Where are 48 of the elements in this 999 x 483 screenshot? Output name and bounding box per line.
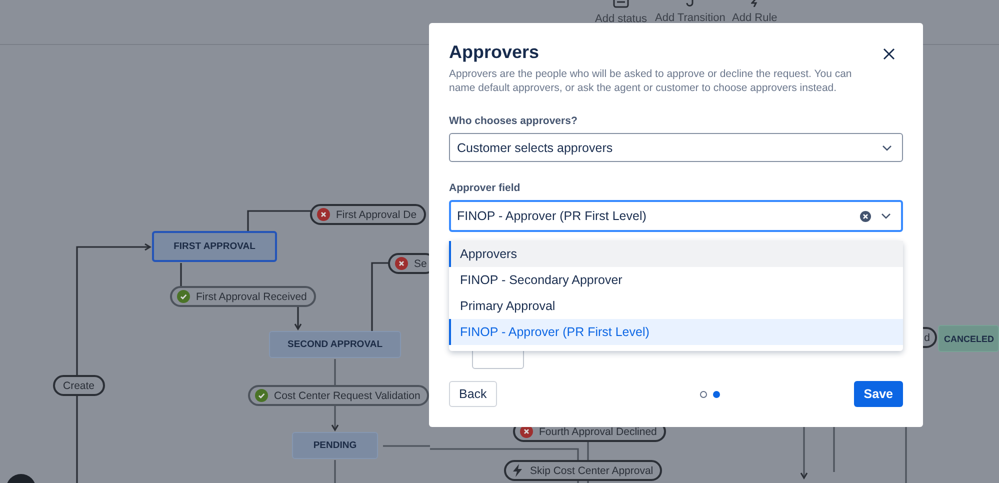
status-node[interactable]: FIRST APPROVAL	[152, 231, 277, 262]
toolbar-button[interactable]: Add Transition	[655, 0, 726, 24]
transition-label[interactable]: Create	[53, 375, 105, 396]
hook-icon	[686, 0, 694, 7]
save-button[interactable]: Save	[854, 381, 903, 407]
field-label: Approver field	[449, 182, 522, 196]
cross-circle-icon	[317, 208, 330, 221]
dropdown-option[interactable]: FINOP - Approver (PR First Level)	[449, 319, 903, 346]
transition-label[interactable]: First Approval Received	[170, 286, 316, 307]
step-dot[interactable]	[713, 390, 720, 398]
connector-line	[833, 427, 835, 472]
chevron-down-icon	[881, 213, 891, 220]
dropdown-option[interactable]: Primary Approval	[449, 293, 903, 320]
bolt-icon	[511, 464, 524, 477]
field-label: Who chooses approvers?	[449, 115, 578, 128]
dropdown-option[interactable]: Approvers	[449, 241, 903, 268]
dialog-title: Approvers	[449, 41, 540, 64]
dialog-description: Approvers are the people who will be asked to approve or decline the request. You can name default approvers, or ask the agent or customer to choose approvers instead.	[449, 67, 853, 95]
connector-arrow	[331, 406, 339, 431]
back-button[interactable]: Back	[449, 381, 497, 407]
connector-line	[334, 460, 336, 483]
check-circle-icon	[177, 290, 190, 303]
cross-circle-icon	[395, 257, 408, 270]
status-node[interactable]: CANCELED	[938, 325, 999, 352]
dropdown-option[interactable]: FINOP - Secondary Approver	[449, 267, 903, 294]
transition-label[interactable]: First Approval De	[310, 204, 426, 225]
connector-arrow	[294, 307, 302, 330]
toolbar-button[interactable]: Add status	[595, 0, 647, 25]
select-field[interactable]: FINOP - Approver (PR First Level)	[449, 200, 903, 232]
status-node[interactable]: PENDING	[292, 432, 378, 459]
check-circle-icon	[255, 389, 268, 402]
connector-line	[180, 263, 182, 286]
bolt-icon	[751, 0, 758, 7]
close-icon	[883, 48, 895, 60]
chevron-down-icon	[882, 144, 892, 151]
status-node[interactable]: SECOND APPROVAL	[269, 331, 401, 358]
connector-arrow	[800, 427, 808, 479]
connector-line	[905, 427, 907, 483]
card-icon	[612, 0, 630, 8]
transition-label[interactable]: Cost Center Request Validation	[248, 385, 430, 406]
clear-button[interactable]	[860, 210, 871, 222]
close-button[interactable]	[883, 48, 895, 60]
step-dot[interactable]	[700, 390, 708, 398]
connector-line	[334, 359, 336, 385]
toolbar-button[interactable]: Add Rule	[732, 0, 778, 24]
clear-icon	[860, 210, 871, 222]
transition-label[interactable]: Skip Cost Center Approval	[504, 460, 662, 481]
select-field[interactable]: Customer selects approvers	[449, 133, 903, 162]
